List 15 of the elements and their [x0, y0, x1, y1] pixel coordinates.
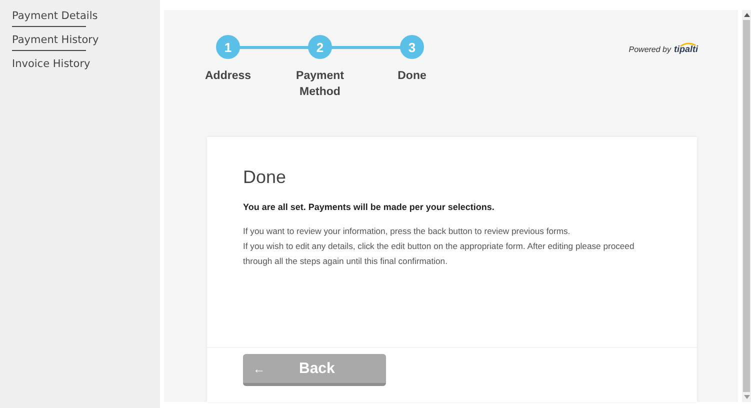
sidebar-link[interactable]: Payment History	[12, 32, 160, 50]
confirmation-message: You are all set. Payments will be made per your selections.	[243, 202, 496, 212]
tipalti-logo: tipalti	[674, 42, 698, 54]
instructions-text: If you want to review your information, press the back button to review previous forms. If you wish to edit any details, click the edit button on the appropriate form. After editing please proceed through all the steps again until this final confirmation.	[243, 225, 636, 268]
sidebar-link[interactable]: Invoice History	[12, 56, 160, 74]
step-number: 1	[216, 35, 240, 59]
step-number: 2	[308, 35, 332, 59]
card-title: Done	[243, 167, 288, 188]
powered-by-text: Powered by	[628, 45, 671, 54]
sidebar-link[interactable]: Payment Details	[12, 8, 160, 26]
step-label: Payment Method	[295, 69, 345, 100]
step-label: Address	[204, 69, 252, 84]
scrollbar[interactable]	[742, 10, 751, 402]
step-label: Done	[396, 69, 428, 84]
step-number: 3	[400, 35, 424, 59]
